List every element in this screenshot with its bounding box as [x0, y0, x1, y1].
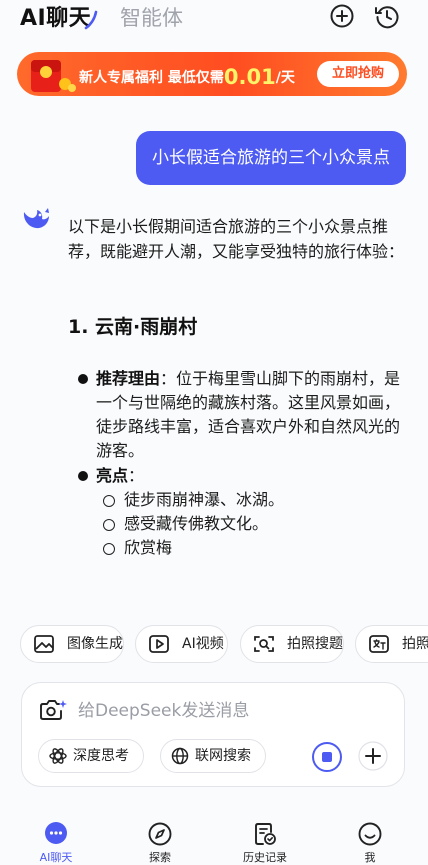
- nav-label: AI聊天: [39, 851, 73, 864]
- buy-now-button[interactable]: 立即抢购: [317, 61, 399, 87]
- answer-intro: 以下是小长假期间适合旅游的三个小众景点推荐，既能避开人潮，又能享受独特的旅行体验…: [68, 217, 405, 261]
- nav-label: 历史记录: [243, 851, 287, 864]
- promo-banner[interactable]: 新人专属福利 最低仅需0.01/天 立即抢购: [17, 52, 407, 96]
- promo-price: 0.01: [223, 65, 276, 89]
- nav-label: 我: [364, 851, 376, 864]
- message-input-box[interactable]: 给DeepSeek发送消息 深度思考 联网搜索: [21, 682, 405, 787]
- sub-bullet: [103, 543, 115, 555]
- history-doc-icon: [255, 823, 276, 845]
- plus-icon[interactable]: [358, 741, 388, 771]
- tab-active-swoosh-icon: [84, 10, 98, 30]
- message-input-placeholder[interactable]: 给DeepSeek发送消息: [78, 696, 249, 721]
- chat-bubble-icon: [45, 822, 67, 844]
- bullet-reason: [78, 374, 88, 384]
- bottom-nav: AI聊天 探索 历史记录 我: [0, 812, 428, 865]
- scan-search-icon: [254, 636, 274, 652]
- nav-ai-chat[interactable]: AI聊天: [16, 812, 96, 865]
- highlight-item: 感受藏传佛教文化。: [124, 514, 269, 533]
- video-play-icon: [149, 635, 169, 653]
- smile-face-icon: [358, 822, 382, 846]
- highlights-label-line: 亮点：: [96, 466, 145, 485]
- atom-icon: [49, 748, 67, 764]
- nav-explore[interactable]: 探索: [120, 812, 200, 865]
- photo-search-question-chip[interactable]: 拍照搜题: [240, 625, 344, 663]
- image-icon: [34, 635, 54, 653]
- reason-label: 推荐理由: [96, 369, 161, 388]
- plus-circle-icon[interactable]: [329, 3, 355, 29]
- sub-bullet: [103, 519, 115, 531]
- image-generation-chip[interactable]: 图像生成: [20, 625, 124, 663]
- reason-paragraph: 推荐理由：位于梅里雪山脚下的雨崩村，是一个与世隔绝的藏族村落。这里风景如画，徒步…: [96, 367, 408, 463]
- deep-think-toggle[interactable]: 深度思考: [38, 739, 144, 773]
- nav-label: 探索: [149, 851, 171, 864]
- photo-translate-chip[interactable]: 拍照翻: [355, 625, 428, 663]
- nav-history[interactable]: 历史记录: [225, 812, 305, 865]
- bullet-highlights: [78, 471, 88, 481]
- ai-video-chip[interactable]: AI视频: [135, 625, 228, 663]
- deepseek-whale-logo-icon: [23, 208, 49, 229]
- quick-actions-row: 图像生成 AI视频 拍照搜题 拍照翻: [0, 625, 428, 663]
- translate-icon: [369, 635, 389, 653]
- highlight-item: 徒步雨崩神瀑、冰湖。: [124, 490, 285, 509]
- camera-sparkle-icon[interactable]: [38, 698, 68, 722]
- highlight-item: 欣赏梅: [124, 538, 173, 557]
- tab-ai-chat[interactable]: AI聊天: [20, 0, 91, 32]
- history-clock-icon[interactable]: [374, 3, 400, 29]
- sub-bullet: [103, 495, 115, 507]
- web-search-toggle[interactable]: 联网搜索: [160, 739, 266, 773]
- promo-text: 新人专属福利 最低仅需0.01/天: [79, 65, 295, 89]
- globe-icon: [171, 747, 189, 765]
- stop-generation-button[interactable]: [312, 742, 342, 772]
- nav-me[interactable]: 我: [330, 812, 410, 865]
- red-envelope-gift-icon: [31, 60, 76, 92]
- compass-icon: [148, 822, 172, 846]
- tab-agent[interactable]: 智能体: [120, 2, 183, 32]
- top-header: AI聊天 智能体: [0, 0, 428, 50]
- answer-heading: 1. 云南·雨崩村: [68, 316, 198, 338]
- user-message-bubble: 小长假适合旅游的三个小众景点: [136, 131, 406, 185]
- highlights-label: 亮点: [96, 466, 129, 485]
